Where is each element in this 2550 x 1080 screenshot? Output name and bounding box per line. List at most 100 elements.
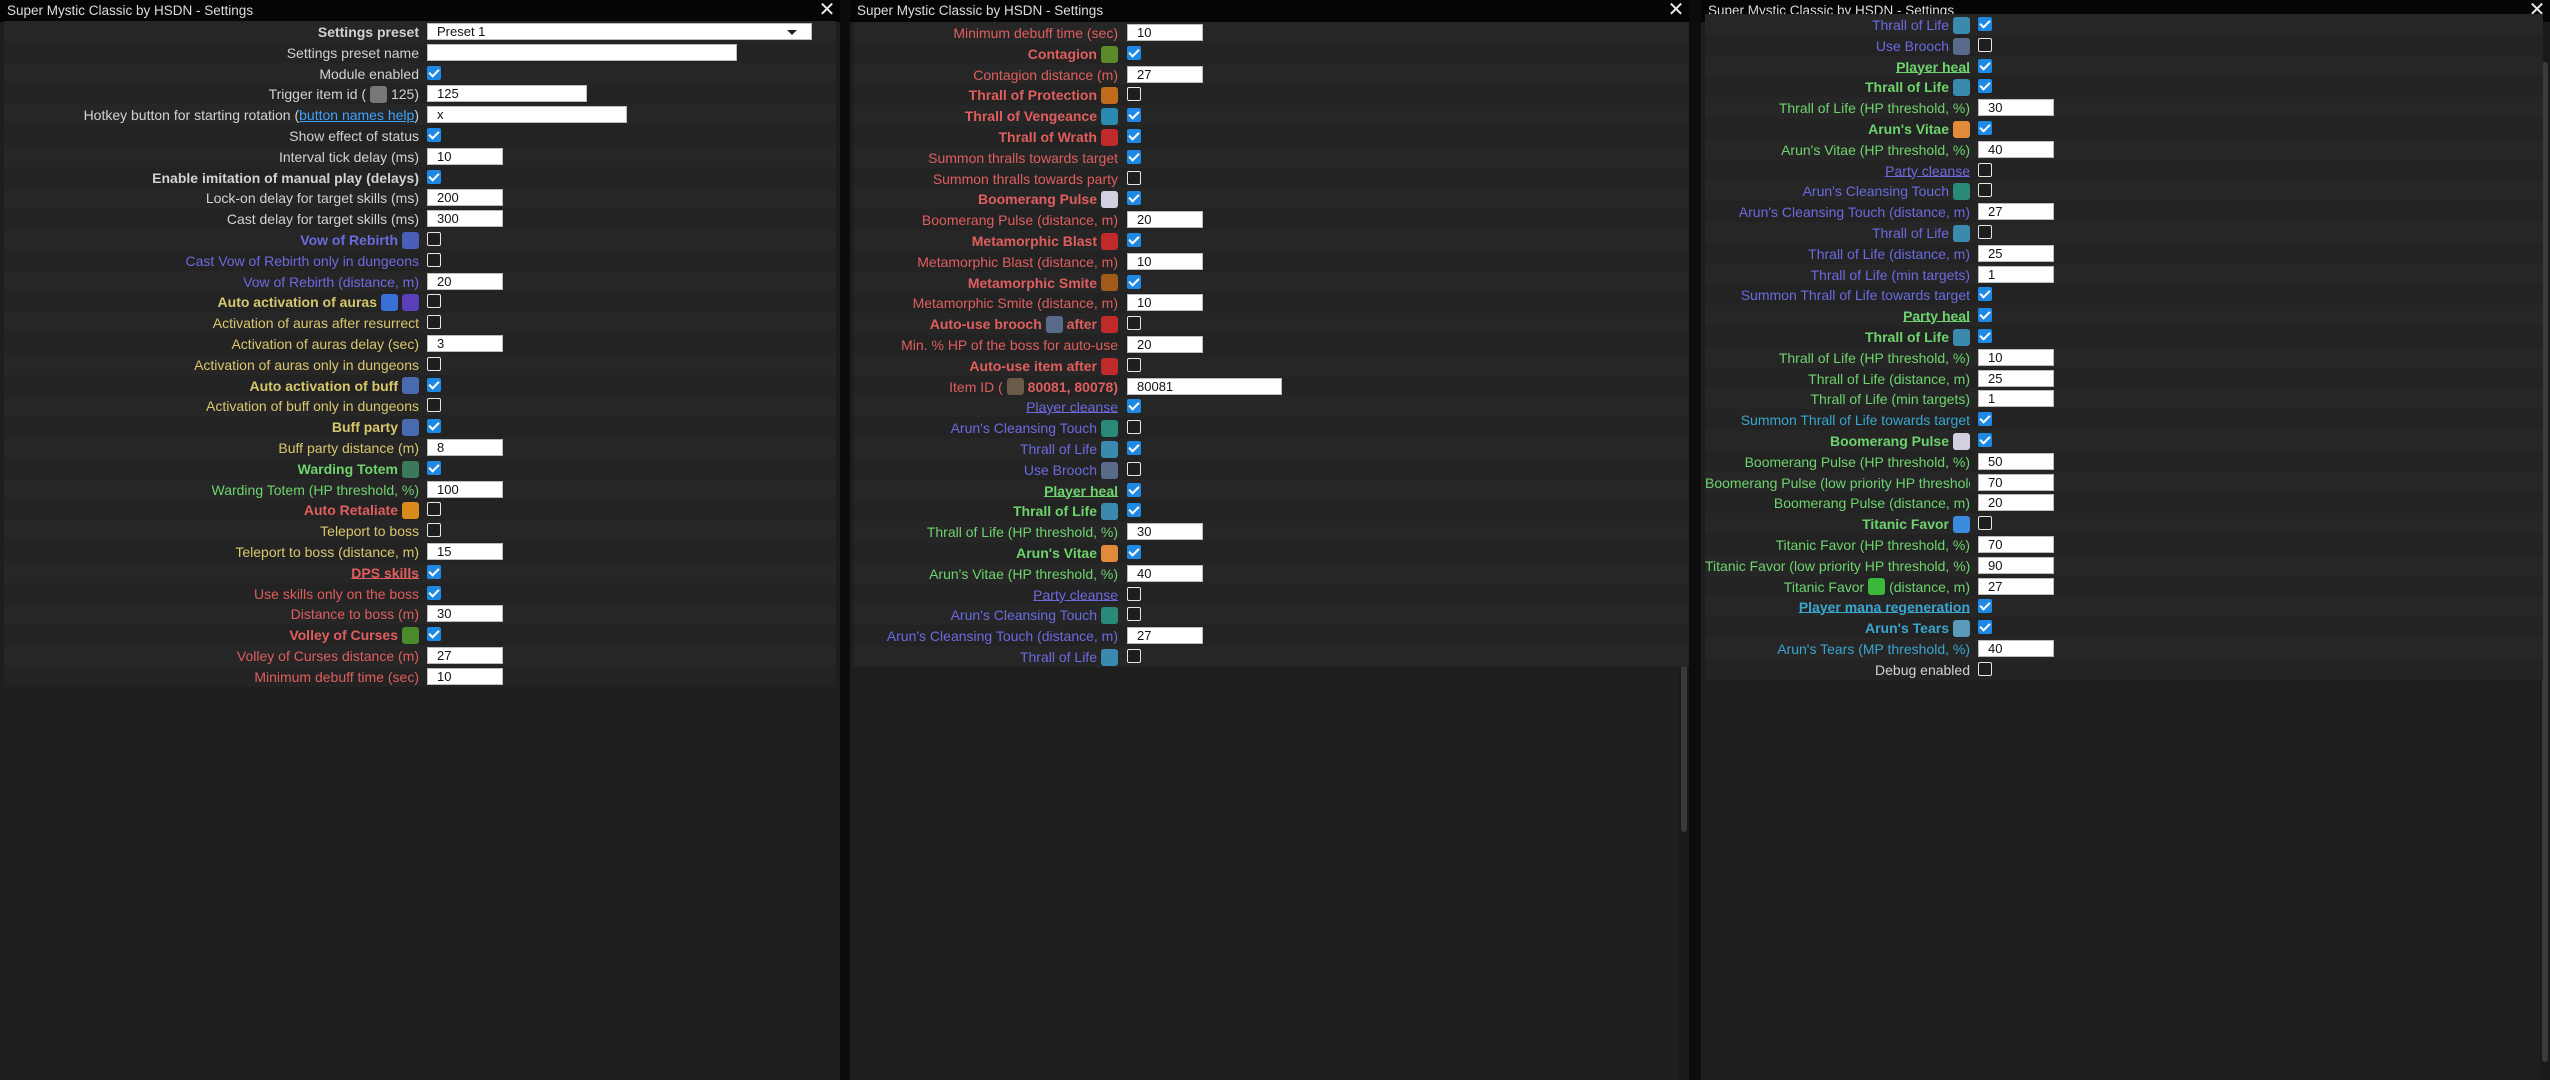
button-names-help-link[interactable]: button names help	[299, 107, 414, 123]
setting-input-lock-on-delay-for-target-skills-ms[interactable]: 200	[427, 189, 503, 207]
setting-input-settings-preset-name[interactable]	[427, 43, 737, 61]
setting-checkbox-summon-thralls-towards-party[interactable]	[1127, 170, 1141, 185]
setting-checkbox-auto-retaliate[interactable]	[427, 502, 441, 517]
setting-input-boomerang-pulse-distance-m[interactable]: 20	[1978, 494, 2054, 512]
setting-input-metamorphic-blast-distance-m[interactable]: 10	[1127, 252, 1203, 270]
setting-checkbox-auto-activation-of-buff[interactable]	[427, 377, 441, 392]
setting-checkbox-debug-enabled[interactable]	[1978, 661, 1992, 676]
setting-checkbox-party-heal[interactable]	[1978, 308, 1992, 323]
setting-checkbox-arun-s-cleansing-touch[interactable]	[1127, 607, 1141, 622]
setting-input-titanic-favor[interactable]: 27	[1978, 577, 2054, 595]
setting-checkbox-activation-of-auras-only-in-dungeons[interactable]	[427, 356, 441, 371]
setting-checkbox-summon-thrall-of-life-towards-target[interactable]	[1978, 412, 1992, 427]
setting-checkbox-arun-s-cleansing-touch[interactable]	[1978, 183, 1992, 198]
setting-checkbox-thrall-of-vengeance[interactable]	[1127, 108, 1141, 123]
setting-input-thrall-of-life-hp-threshold[interactable]: 30	[1978, 99, 2054, 117]
setting-checkbox-volley-of-curses[interactable]	[427, 627, 441, 642]
setting-input-titanic-favor-low-priority-hp-threshold[interactable]: 90	[1978, 556, 2054, 574]
close-icon[interactable]: ✕	[1663, 0, 1689, 22]
setting-input-boomerang-pulse-distance-m[interactable]: 20	[1127, 211, 1203, 229]
setting-input-arun-s-vitae-hp-threshold[interactable]: 40	[1978, 140, 2054, 158]
setting-checkbox-arun-s-vitae[interactable]	[1978, 121, 1992, 135]
setting-checkbox-arun-s-tears[interactable]	[1978, 620, 1992, 635]
setting-input-minimum-debuff-time-sec[interactable]: 10	[1127, 24, 1203, 41]
setting-checkbox-thrall-of-life[interactable]	[1127, 441, 1141, 455]
setting-input-cast-delay-for-target-skills-ms[interactable]: 300	[427, 210, 503, 228]
setting-input-trigger-item-id[interactable]: 125	[427, 85, 587, 103]
setting-input-thrall-of-life-hp-threshold[interactable]: 30	[1127, 523, 1203, 541]
setting-checkbox-player-mana-regeneration[interactable]	[1978, 599, 1992, 614]
setting-checkbox-dps-skills[interactable]	[427, 564, 441, 579]
setting-checkbox-thrall-of-life[interactable]	[1978, 329, 1992, 343]
setting-checkbox-titanic-favor[interactable]	[1978, 516, 1992, 531]
setting-input-arun-s-tears-mp-threshold[interactable]: 40	[1978, 640, 2054, 657]
setting-input-thrall-of-life-min-targets[interactable]: 1	[1978, 265, 2054, 283]
setting-checkbox-thrall-of-life[interactable]	[1978, 79, 1992, 94]
setting-input-activation-of-auras-delay-sec[interactable]: 3	[427, 335, 503, 352]
setting-checkbox-use-skills-only-on-the-boss[interactable]	[427, 585, 441, 600]
setting-checkbox-show-effect-of-status[interactable]	[427, 128, 441, 142]
setting-input-thrall-of-life-hp-threshold[interactable]: 10	[1978, 348, 2054, 366]
setting-checkbox-auto-activation-of-auras[interactable]	[427, 294, 441, 309]
setting-checkbox-cast-vow-of-rebirth-only-in-dungeons[interactable]	[427, 252, 441, 267]
setting-checkbox-enable-imitation-of-manual-play-delays[interactable]	[427, 169, 441, 184]
setting-checkbox-summon-thralls-towards-target[interactable]	[1127, 149, 1141, 164]
setting-checkbox-buff-party[interactable]	[427, 419, 441, 434]
setting-input-hotkey-button-for-starting-rotation[interactable]: x	[427, 106, 627, 124]
setting-checkbox-warding-totem[interactable]	[427, 460, 441, 475]
setting-input-boomerang-pulse-hp-threshold[interactable]: 50	[1978, 452, 2054, 470]
setting-checkbox-auto-use-brooch[interactable]	[1127, 316, 1141, 331]
setting-input-volley-of-curses-distance-m[interactable]: 27	[427, 647, 503, 664]
setting-input-vow-of-rebirth-distance-m[interactable]: 20	[427, 272, 503, 290]
setting-checkbox-boomerang-pulse[interactable]	[1127, 191, 1141, 206]
setting-checkbox-arun-s-vitae[interactable]	[1127, 545, 1141, 559]
setting-checkbox-party-cleanse[interactable]	[1127, 586, 1141, 601]
setting-input-arun-s-cleansing-touch-distance-m[interactable]: 27	[1127, 627, 1203, 645]
setting-label-text: Party cleanse	[1885, 162, 1970, 179]
setting-input-warding-totem-hp-threshold[interactable]: 100	[427, 480, 503, 498]
setting-checkbox-player-heal[interactable]	[1127, 482, 1141, 497]
setting-input-boomerang-pulse-low-priority-hp-threshold[interactable]: 70	[1978, 473, 2054, 491]
setting-checkbox-activation-of-auras-after-resurrect[interactable]	[427, 315, 441, 330]
setting-checkbox-metamorphic-blast[interactable]	[1127, 233, 1141, 247]
setting-input-arun-s-cleansing-touch-distance-m[interactable]: 27	[1978, 203, 2054, 221]
setting-checkbox-thrall-of-protection[interactable]	[1127, 87, 1141, 102]
close-icon[interactable]: ✕	[814, 0, 840, 22]
setting-checkbox-thrall-of-life[interactable]	[1127, 503, 1141, 518]
setting-checkbox-activation-of-buff-only-in-dungeons[interactable]	[427, 398, 441, 413]
setting-checkbox-use-brooch[interactable]	[1978, 37, 1992, 52]
setting-input-arun-s-vitae-hp-threshold[interactable]: 40	[1127, 564, 1203, 582]
setting-input-interval-tick-delay-ms[interactable]: 10	[427, 147, 503, 165]
setting-checkbox-use-brooch[interactable]	[1127, 461, 1141, 476]
setting-checkbox-thrall-of-life[interactable]	[1978, 17, 1992, 31]
setting-input-metamorphic-smite-distance-m[interactable]: 10	[1127, 294, 1203, 312]
preset-select[interactable]: Preset 1	[427, 23, 812, 40]
setting-input-item-id[interactable]: 80081	[1127, 377, 1282, 395]
setting-checkbox-teleport-to-boss[interactable]	[427, 523, 441, 538]
setting-input-teleport-to-boss-distance-m[interactable]: 15	[427, 543, 503, 560]
setting-input-thrall-of-life-min-targets[interactable]: 1	[1978, 390, 2054, 408]
setting-checkbox-boomerang-pulse[interactable]	[1978, 433, 1992, 447]
setting-checkbox-summon-thrall-of-life-towards-target[interactable]	[1978, 287, 1992, 302]
setting-checkbox-thrall-of-life[interactable]	[1978, 225, 1992, 239]
setting-checkbox-thrall-of-life[interactable]	[1127, 649, 1141, 663]
setting-checkbox-contagion[interactable]	[1127, 45, 1141, 60]
setting-input-thrall-of-life-distance-m[interactable]: 25	[1978, 244, 2054, 262]
setting-checkbox-arun-s-cleansing-touch[interactable]	[1127, 420, 1141, 435]
setting-input-titanic-favor-hp-threshold[interactable]: 70	[1978, 536, 2054, 553]
setting-input-min-hp-of-the-boss-for-auto-use[interactable]: 20	[1127, 336, 1203, 353]
setting-checkbox-vow-of-rebirth[interactable]	[427, 232, 441, 246]
setting-label-suffix: (distance, m)	[1885, 578, 1970, 595]
setting-checkbox-module-enabled[interactable]	[427, 65, 441, 80]
setting-checkbox-metamorphic-smite[interactable]	[1127, 274, 1141, 289]
setting-checkbox-player-cleanse[interactable]	[1127, 399, 1141, 414]
setting-checkbox-party-cleanse[interactable]	[1978, 162, 1992, 177]
setting-input-thrall-of-life-distance-m[interactable]: 25	[1978, 369, 2054, 387]
setting-checkbox-thrall-of-wrath[interactable]	[1127, 129, 1141, 143]
setting-checkbox-player-heal[interactable]	[1978, 58, 1992, 73]
setting-input-contagion-distance-m[interactable]: 27	[1127, 65, 1203, 83]
setting-input-minimum-debuff-time-sec[interactable]: 10	[427, 667, 503, 685]
setting-input-distance-to-boss-m[interactable]: 30	[427, 605, 503, 623]
setting-input-buff-party-distance-m[interactable]: 8	[427, 439, 503, 456]
setting-checkbox-auto-use-item-after[interactable]	[1127, 357, 1141, 372]
